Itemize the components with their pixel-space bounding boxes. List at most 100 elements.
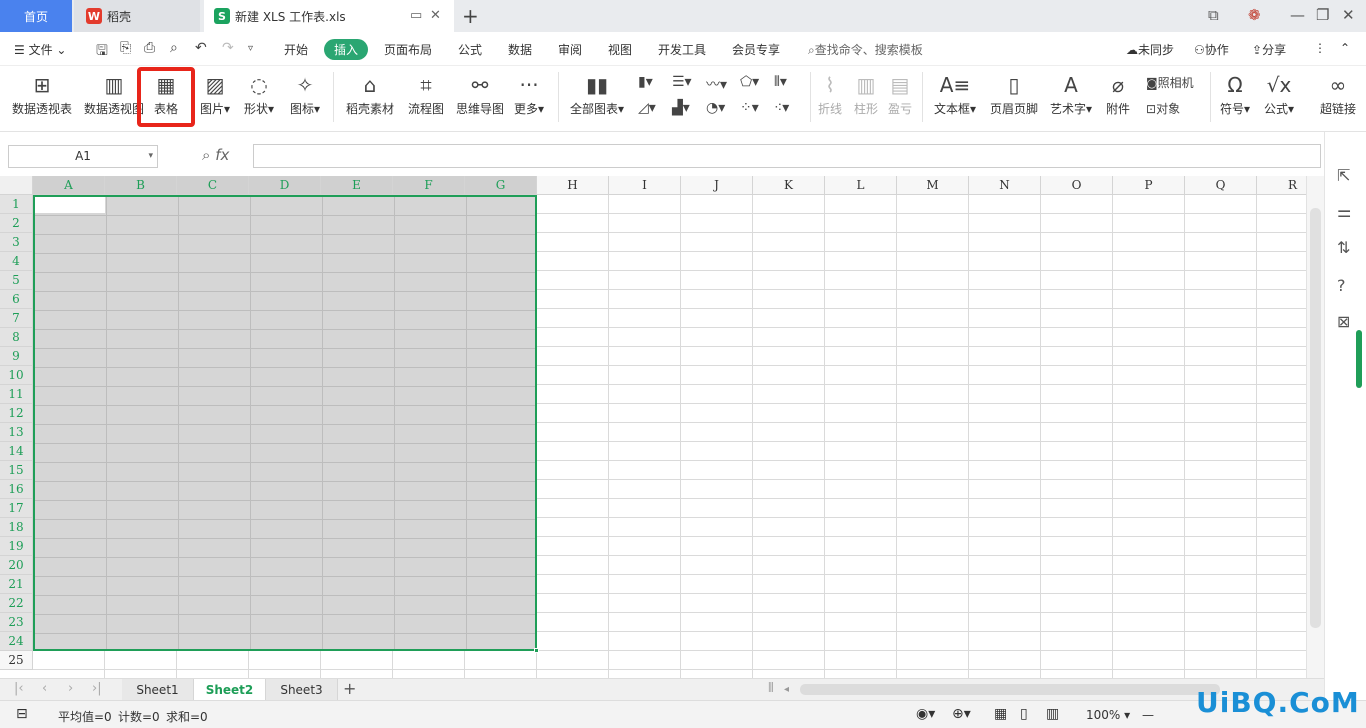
share-button[interactable]: ⇪分享 <box>1252 41 1286 58</box>
column-header-r[interactable]: R <box>1257 176 1306 195</box>
row-header-25[interactable]: 25 <box>0 651 33 670</box>
column-header-n[interactable]: N <box>969 176 1041 195</box>
collab-button[interactable]: ⚇协作 <box>1194 41 1229 58</box>
pin-icon[interactable]: ▭ <box>410 8 422 23</box>
pie-chart-icon[interactable]: ◔▾ <box>706 100 725 116</box>
zoom-level[interactable]: 100% ▾ <box>1086 708 1130 722</box>
spreadsheet-grid[interactable]: ABCDEFGHIJKLMNOPQR 1 2 3 4 5 6 7 8 9 10 11 12 13 14 15… <box>0 176 1306 678</box>
row-header-1[interactable]: 1 <box>0 195 33 214</box>
tab-home[interactable]: 首页 <box>0 0 72 32</box>
more-button[interactable]: ··· 更多▾ <box>514 70 544 117</box>
close-window-icon[interactable]: ✕ <box>1342 6 1355 24</box>
row-header-24[interactable]: 24 <box>0 632 33 651</box>
menu-member[interactable]: 会员专享 <box>732 41 780 58</box>
save-icon[interactable]: 🖫 <box>96 40 108 64</box>
column-header-f[interactable]: F <box>393 176 465 195</box>
header-footer-button[interactable]: ▯ 页眉页脚 <box>990 70 1038 117</box>
column-header-d[interactable]: D <box>249 176 321 195</box>
column-header-q[interactable]: Q <box>1185 176 1257 195</box>
sync-button[interactable]: ☁未同步 <box>1126 41 1174 58</box>
row-header-12[interactable]: 12 <box>0 404 33 423</box>
formula-fx[interactable]: ⌕ fx <box>202 146 229 164</box>
column-header-a[interactable]: A <box>33 176 105 195</box>
column-header-l[interactable]: L <box>825 176 897 195</box>
row-header-14[interactable]: 14 <box>0 442 33 461</box>
split-handle-icon[interactable]: ⦀ <box>768 681 774 696</box>
column-header-k[interactable]: K <box>753 176 825 195</box>
all-charts-button[interactable]: ▮▮ 全部图表▾ <box>570 70 624 117</box>
menu-data[interactable]: 数据 <box>508 41 532 58</box>
row-header-3[interactable]: 3 <box>0 233 33 252</box>
tab-file[interactable]: S 新建 XLS 工作表.xls ▭ ✕ <box>204 0 454 32</box>
column-header-i[interactable]: I <box>609 176 681 195</box>
selected-range[interactable] <box>33 195 537 651</box>
column-header-h[interactable]: H <box>537 176 609 195</box>
row-header-11[interactable]: 11 <box>0 385 33 404</box>
pivot-chart-button[interactable]: ▥ 数据透视图 <box>84 70 144 117</box>
object-button[interactable]: ⊡对象 <box>1146 100 1180 117</box>
row-header-7[interactable]: 7 <box>0 309 33 328</box>
eye-protect-icon[interactable]: ◉▾ <box>916 706 935 722</box>
bubble-chart-icon[interactable]: ⁖▾ <box>774 100 789 116</box>
column-header-e[interactable]: E <box>321 176 393 195</box>
row-header-23[interactable]: 23 <box>0 613 33 632</box>
first-sheet-icon[interactable]: |‹ <box>14 681 24 696</box>
column-header-o[interactable]: O <box>1041 176 1113 195</box>
picture-button[interactable]: ▨ 图片▾ <box>200 70 230 117</box>
menu-dev[interactable]: 开发工具 <box>658 41 706 58</box>
row-header-6[interactable]: 6 <box>0 290 33 309</box>
undo-icon[interactable]: ↶ <box>195 40 207 56</box>
scatter-chart-icon[interactable]: ⁘▾ <box>740 100 759 116</box>
wordart-button[interactable]: A 艺术字▾ <box>1050 70 1092 117</box>
side-scroll-indicator[interactable] <box>1356 330 1362 388</box>
center-icon[interactable]: ⊕▾ <box>952 706 971 722</box>
more-menu-icon[interactable]: ⋮ <box>1314 41 1326 55</box>
normal-view-icon[interactable]: ▦ <box>994 706 1007 722</box>
row-header-22[interactable]: 22 <box>0 594 33 613</box>
minimize-icon[interactable]: — <box>1290 6 1305 24</box>
image-tool-icon[interactable]: ⊠ <box>1337 312 1350 331</box>
restore-icon[interactable]: ❐ <box>1316 6 1329 24</box>
format-icon[interactable]: ⇅ <box>1337 238 1350 257</box>
export-icon[interactable]: ⎘ <box>120 40 131 56</box>
help-icon[interactable]: ? <box>1337 276 1346 295</box>
settings-sliders-icon[interactable]: ⚌ <box>1337 202 1351 221</box>
scroll-left-icon[interactable]: ◂ <box>784 684 789 695</box>
row-header-10[interactable]: 10 <box>0 366 33 385</box>
sheet-tab-3[interactable]: Sheet3 <box>266 679 338 701</box>
hyperlink-button[interactable]: ∞ 超链接 <box>1320 70 1356 117</box>
sheet-tab-2[interactable]: Sheet2 <box>194 679 266 701</box>
row-header-5[interactable]: 5 <box>0 271 33 290</box>
symbol-button[interactable]: Ω 符号▾ <box>1220 70 1250 117</box>
preview-icon[interactable]: ⌕ <box>170 40 178 56</box>
row-header-18[interactable]: 18 <box>0 518 33 537</box>
new-tab-icon[interactable]: + <box>462 4 479 28</box>
formula-button[interactable]: √x 公式▾ <box>1264 70 1294 117</box>
page-break-view-icon[interactable]: ▥ <box>1046 706 1059 722</box>
row-header-2[interactable]: 2 <box>0 214 33 233</box>
active-cell[interactable] <box>35 197 105 213</box>
sparkline-column-button[interactable]: ▥ 柱形 <box>854 70 878 117</box>
collapse-ribbon-icon[interactable]: ⌃ <box>1340 41 1350 55</box>
column-header-g[interactable]: G <box>465 176 537 195</box>
tab-daoke[interactable]: W 稻壳 <box>74 0 200 32</box>
column-header-j[interactable]: J <box>681 176 753 195</box>
shape-button[interactable]: ◌ 形状▾ <box>244 70 274 117</box>
row-header-17[interactable]: 17 <box>0 499 33 518</box>
redo-icon[interactable]: ↷ <box>222 40 234 56</box>
radar-chart-icon[interactable]: ⬠▾ <box>740 74 759 90</box>
fill-handle[interactable] <box>534 648 539 653</box>
row-header-4[interactable]: 4 <box>0 252 33 271</box>
combo-chart-icon[interactable]: ▟▾ <box>672 100 690 116</box>
textbox-button[interactable]: A≡ 文本框▾ <box>934 70 976 117</box>
formula-input[interactable] <box>253 144 1321 168</box>
menu-insert[interactable]: 插入 <box>324 39 369 60</box>
row-header-19[interactable]: 19 <box>0 537 33 556</box>
stock-chart-icon[interactable]: ⫴▾ <box>774 74 787 90</box>
column-header-p[interactable]: P <box>1113 176 1185 195</box>
material-button[interactable]: ⌂ 稻壳素材 <box>346 70 394 117</box>
name-box[interactable]: A1 ▾ <box>8 145 158 168</box>
vertical-scroll-thumb[interactable] <box>1310 208 1321 628</box>
prev-sheet-icon[interactable]: ‹ <box>42 681 47 696</box>
macro-icon[interactable]: ⊟ <box>16 706 28 722</box>
